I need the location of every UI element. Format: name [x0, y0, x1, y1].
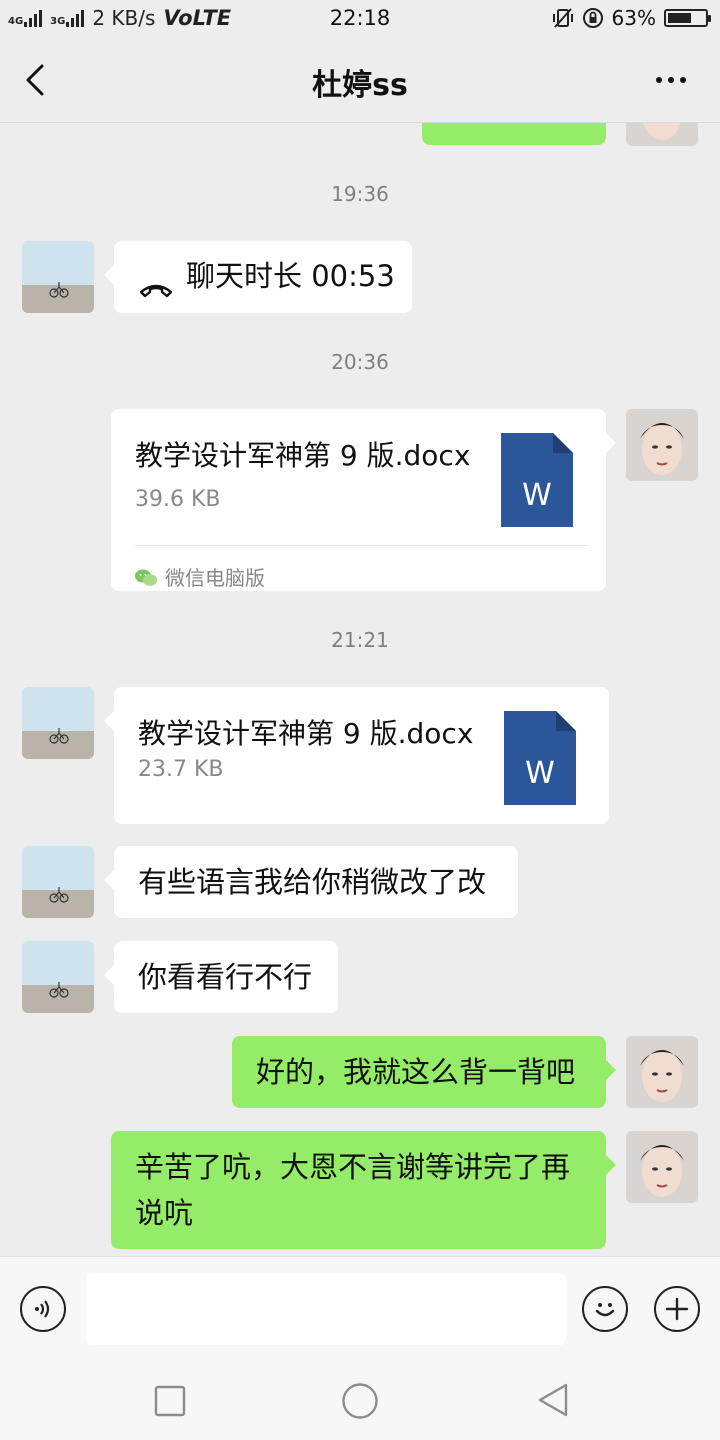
status-right: 63% — [552, 6, 711, 30]
text-message-bubble[interactable]: 你看看行不行 — [114, 941, 338, 1013]
timestamp: 21:21 — [331, 628, 389, 652]
beach-cyclist-image — [22, 846, 94, 918]
bubble-tail — [104, 265, 114, 285]
message-input[interactable] — [86, 1273, 566, 1345]
chat-title: 杜婷ss — [312, 68, 408, 103]
bubble-tail — [606, 1155, 616, 1175]
battery-percent: 63% — [611, 6, 656, 30]
plus-icon — [665, 1297, 689, 1321]
wechat-icon — [135, 569, 157, 586]
portrait-image — [626, 409, 698, 481]
contact-avatar[interactable] — [22, 241, 94, 313]
my-avatar[interactable] — [626, 409, 698, 481]
contact-avatar[interactable] — [22, 941, 94, 1013]
call-duration-text: 聊天时长 00:53 — [186, 259, 395, 293]
my-avatar[interactable] — [626, 122, 698, 146]
text-message-bubble[interactable]: 好的，我就这么背一背吧 — [232, 1036, 606, 1108]
bubble-tail — [606, 433, 616, 453]
call-record-bubble[interactable]: 聊天时长 00:53 — [114, 241, 412, 313]
file-source-label: 微信电脑版 — [165, 566, 265, 590]
vibrate-off-icon — [552, 7, 574, 29]
bubble-tail — [104, 870, 114, 890]
svg-text:W: W — [525, 756, 555, 791]
message-text: 好的，我就这么背一背吧 — [256, 1055, 576, 1089]
emoji-icon — [595, 1303, 615, 1317]
contact-avatar[interactable] — [22, 846, 94, 918]
home-button[interactable] — [341, 1382, 379, 1424]
file-message-bubble[interactable]: 教学设计军神第 9 版.docx 39.6 KB W 微信电脑版 — [111, 409, 606, 591]
circle-icon — [342, 1383, 378, 1419]
triangle-back-icon — [538, 1383, 568, 1417]
bubble-tail — [606, 1060, 616, 1080]
bubble-tail — [104, 965, 114, 985]
text-message-bubble[interactable]: 有些语言我给你稍微改了改 — [114, 846, 518, 918]
beach-cyclist-image — [22, 241, 94, 313]
recent-apps-button[interactable] — [154, 1385, 186, 1421]
my-avatar[interactable] — [626, 1036, 698, 1108]
file-size: 23.7 KB — [138, 757, 224, 782]
word-document-icon: W — [501, 433, 573, 527]
emoji-button[interactable] — [582, 1286, 628, 1332]
battery-fill — [668, 13, 691, 23]
square-icon — [154, 1385, 186, 1417]
contact-avatar[interactable] — [22, 687, 94, 759]
message-text: 有些语言我给你稍微改了改 — [138, 865, 487, 899]
svg-text:W: W — [522, 478, 552, 513]
input-bar — [0, 1256, 720, 1361]
file-message-bubble[interactable]: 教学设计军神第 9 版.docx 23.7 KB W — [114, 687, 609, 824]
message-bubble-previous[interactable] — [422, 122, 606, 145]
rotation-lock-icon — [582, 7, 604, 29]
phone-hangup-icon — [138, 267, 174, 313]
status-bar: 4G 3G 2 KB/s VoLTE 22:18 63% — [0, 0, 720, 38]
my-avatar[interactable] — [626, 1131, 698, 1203]
timestamp: 20:36 — [331, 350, 389, 374]
beach-cyclist-image — [22, 941, 94, 1013]
beach-cyclist-image — [22, 687, 94, 759]
file-size: 39.6 KB — [135, 487, 221, 512]
ellipsis-dot — [668, 77, 674, 83]
file-source: 微信电脑版 — [135, 555, 265, 601]
word-document-icon: W — [504, 711, 576, 805]
voice-button[interactable] — [20, 1286, 66, 1332]
bubble-tail — [104, 711, 114, 731]
portrait-image — [626, 1036, 698, 1108]
timestamp: 19:36 — [331, 182, 389, 206]
file-name: 教学设计军神第 9 版.docx — [135, 439, 471, 472]
chat-header: 杜婷ss — [0, 38, 720, 123]
more-options-button[interactable] — [646, 58, 696, 102]
text-message-bubble[interactable]: 辛苦了吭，大恩不言谢等讲完了再说吭 — [111, 1131, 606, 1249]
nav-back-button[interactable] — [536, 1382, 570, 1422]
ellipsis-dot — [656, 77, 662, 83]
file-divider — [135, 545, 587, 546]
system-nav-bar — [0, 1360, 720, 1440]
chat-area[interactable]: 19:36 聊天时长 00:53 20:36 教学设计军神第 9 版.docx … — [0, 122, 720, 1256]
battery-icon — [664, 9, 711, 27]
portrait-image — [626, 1131, 698, 1203]
voice-icon — [35, 1300, 50, 1318]
portrait-image — [626, 122, 698, 146]
message-text: 你看看行不行 — [138, 960, 313, 994]
ellipsis-dot — [680, 77, 686, 83]
message-text: 辛苦了吭，大恩不言谢等讲完了再说吭 — [135, 1150, 571, 1230]
add-button[interactable] — [654, 1286, 700, 1332]
